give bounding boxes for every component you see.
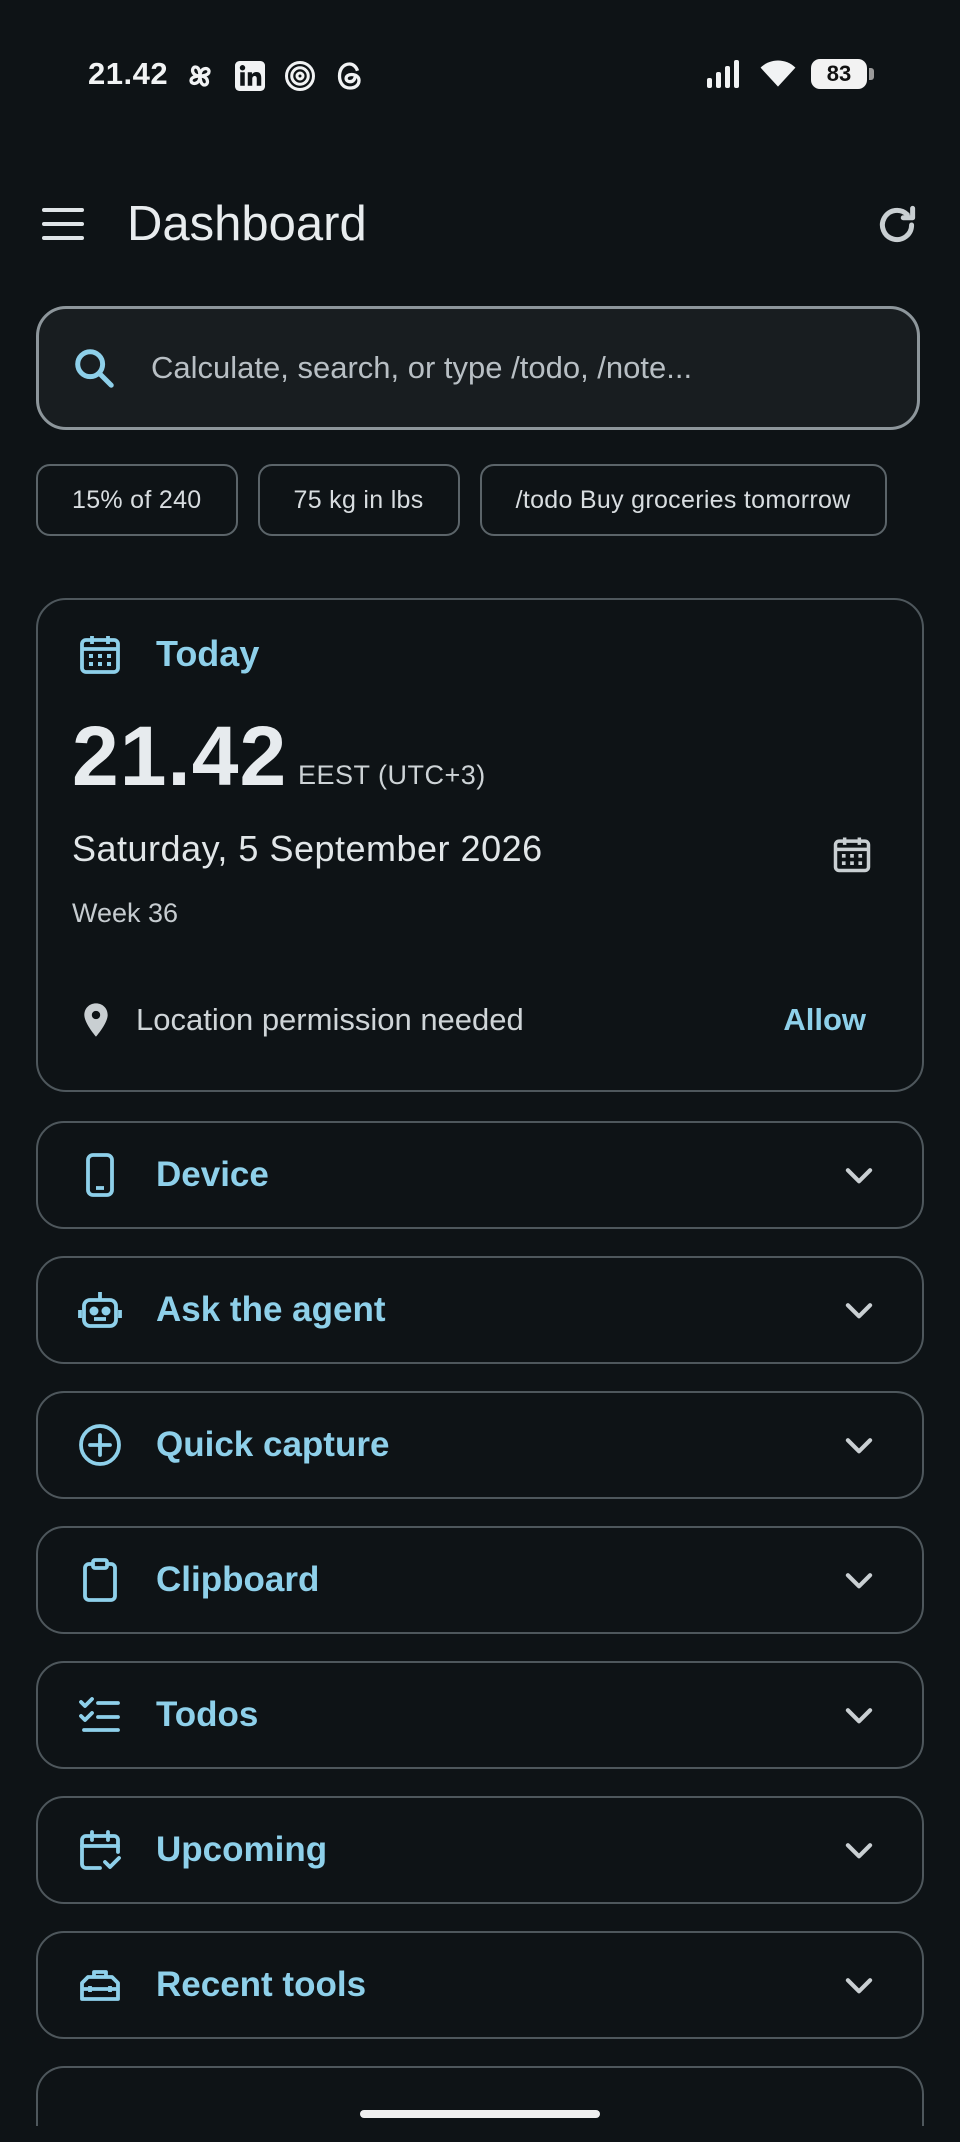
today-header: Today (76, 630, 259, 678)
page-title: Dashboard (127, 197, 367, 251)
robot-icon (78, 1292, 122, 1328)
section-title: Quick capture (156, 1425, 390, 1464)
chevron-down-icon (845, 1438, 873, 1454)
linkedin-icon (235, 61, 265, 91)
calendar-icon (80, 636, 120, 674)
chevron-down-icon (845, 1843, 873, 1859)
chevron-down-icon (845, 1303, 873, 1319)
chevron-down-icon (845, 1573, 873, 1589)
search-input[interactable] (149, 349, 873, 387)
phone-icon (86, 1153, 114, 1197)
location-row: Location permission needed Allow (72, 990, 892, 1050)
refresh-icon[interactable] (872, 200, 922, 250)
battery-indicator: 83 (811, 59, 874, 89)
home-indicator[interactable] (360, 2110, 600, 2118)
calendar-check-icon (80, 1830, 121, 1870)
suggestion-chips: 15% of 240 75 kg in lbs /todo Buy grocer… (36, 464, 887, 536)
system-icons: 83 (705, 58, 874, 90)
chip-todo[interactable]: /todo Buy groceries tomorrow (479, 464, 887, 536)
section-title: Recent tools (156, 1965, 367, 2004)
section-title: Upcoming (156, 1830, 328, 1869)
section-title: Device (156, 1155, 269, 1194)
clipboard-icon (83, 1558, 117, 1602)
toolbox-icon (80, 1970, 120, 2001)
plus-circle-icon (79, 1424, 121, 1466)
pinwheel-icon (189, 65, 211, 87)
section-title: Todos (156, 1695, 259, 1734)
week-number: Week 36 (72, 898, 179, 928)
section-device[interactable]: Device (36, 1121, 924, 1229)
battery-level: 83 (811, 59, 867, 89)
section-clipboard[interactable]: Clipboard (36, 1526, 924, 1634)
current-date: Saturday, 5 September 2026 (72, 828, 543, 869)
chip-unit-conversion[interactable]: 75 kg in lbs (257, 464, 460, 536)
clock-timezone: EEST (UTC+3) (298, 760, 486, 790)
chevron-down-icon (845, 1168, 873, 1184)
today-title: Today (156, 633, 260, 674)
section-title: Clipboard (156, 1560, 320, 1599)
checklist-icon (79, 1697, 120, 1732)
status-time: 21.42 (88, 56, 169, 91)
notification-icons (182, 58, 368, 94)
menu-icon[interactable] (40, 204, 86, 244)
section-quick-capture[interactable]: Quick capture (36, 1391, 924, 1499)
section-title: Ask the agent (156, 1290, 386, 1329)
allow-location-button[interactable]: Allow (777, 1001, 872, 1039)
location-pin-icon (84, 1003, 108, 1037)
battery-tip (869, 68, 874, 80)
chip-percentage[interactable]: 15% of 240 (36, 464, 238, 536)
section-ask-the-agent[interactable]: Ask the agent (36, 1256, 924, 1364)
section-todos[interactable]: Todos (36, 1661, 924, 1769)
location-permission-text: Location permission needed (136, 1002, 524, 1037)
search-icon (75, 349, 114, 388)
search-bar[interactable] (36, 306, 920, 430)
section-recent-tools[interactable]: Recent tools (36, 1931, 924, 2039)
clock-time: 21.42 (72, 709, 288, 803)
signal-icon (707, 60, 739, 88)
wifi-icon (760, 60, 796, 87)
threads-icon (337, 62, 361, 90)
chevron-down-icon (845, 1708, 873, 1724)
chevron-down-icon (845, 1978, 873, 1994)
calendar-icon[interactable] (830, 832, 874, 876)
spiral-icon (285, 61, 315, 91)
today-card: Today 21.42 EEST (UTC+3) Saturday, 5 Sep… (36, 598, 924, 1092)
section-upcoming[interactable]: Upcoming (36, 1796, 924, 1904)
